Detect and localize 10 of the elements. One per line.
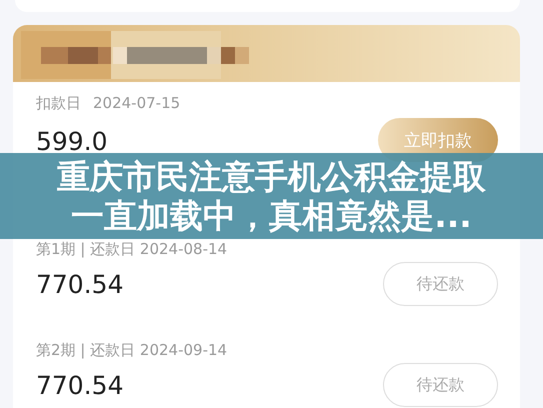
repay-button[interactable]: 待还款 <box>383 363 498 407</box>
installment-due-date: 第1期 | 还款日 2024-08-14 <box>36 241 228 257</box>
installment-amount: 770.54 <box>36 270 124 298</box>
deduction-date: 2024-07-15 <box>93 94 180 112</box>
deduction-date-label: 扣款日 <box>36 94 81 112</box>
headline-text: 一直加载中，真相竟然是... <box>71 196 472 235</box>
deduction-amount: 599.0 <box>36 126 108 156</box>
repay-button[interactable]: 待还款 <box>383 262 498 306</box>
installment-due-date: 第2期 | 还款日 2024-09-14 <box>36 342 228 358</box>
installment-amount: 770.54 <box>36 370 124 400</box>
